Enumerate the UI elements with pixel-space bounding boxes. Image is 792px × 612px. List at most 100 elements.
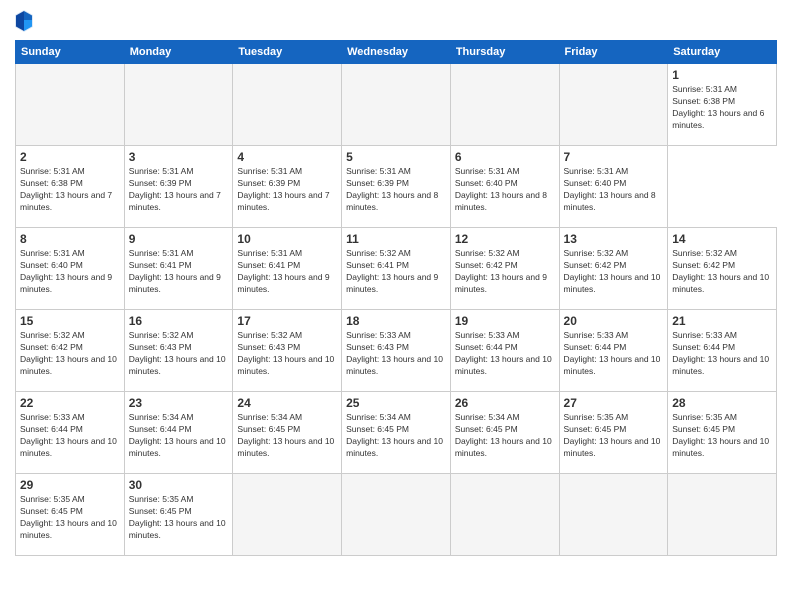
calendar-week-6: 29 Sunrise: 5:35 AMSunset: 6:45 PMDayligh… xyxy=(16,474,777,556)
calendar-day-26: 26 Sunrise: 5:34 AMSunset: 6:45 PMDayligh… xyxy=(450,392,559,474)
day-number: 4 xyxy=(237,150,337,164)
day-info: Sunrise: 5:32 AMSunset: 6:43 PMDaylight:… xyxy=(129,330,229,378)
day-number: 27 xyxy=(564,396,664,410)
day-number: 21 xyxy=(672,314,772,328)
calendar-empty-cell xyxy=(233,64,342,146)
calendar: SundayMondayTuesdayWednesdayThursdayFrid… xyxy=(15,40,777,556)
calendar-day-13: 13 Sunrise: 5:32 AMSunset: 6:42 PMDayligh… xyxy=(559,228,668,310)
calendar-day-22: 22 Sunrise: 5:33 AMSunset: 6:44 PMDayligh… xyxy=(16,392,125,474)
day-info: Sunrise: 5:32 AMSunset: 6:43 PMDaylight:… xyxy=(237,330,337,378)
day-number: 25 xyxy=(346,396,446,410)
day-number: 16 xyxy=(129,314,229,328)
day-info: Sunrise: 5:34 AMSunset: 6:44 PMDaylight:… xyxy=(129,412,229,460)
calendar-day-20: 20Sunrise: 5:33 AMSunset: 6:44 PMDayligh… xyxy=(559,310,668,392)
day-number: 13 xyxy=(564,232,664,246)
calendar-week-1: 1Sunrise: 5:31 AMSunset: 6:38 PMDaylight… xyxy=(16,64,777,146)
day-info: Sunrise: 5:31 AMSunset: 6:38 PMDaylight:… xyxy=(20,166,120,214)
calendar-header-row: SundayMondayTuesdayWednesdayThursdayFrid… xyxy=(16,41,777,64)
day-info: Sunrise: 5:34 AMSunset: 6:45 PMDaylight:… xyxy=(455,412,555,460)
calendar-day-18: 18 Sunrise: 5:33 AMSunset: 6:43 PMDayligh… xyxy=(342,310,451,392)
day-info: Sunrise: 5:34 AMSunset: 6:45 PMDaylight:… xyxy=(346,412,446,460)
calendar-empty-cell xyxy=(124,64,233,146)
day-number: 24 xyxy=(237,396,337,410)
calendar-empty-cell xyxy=(668,474,777,556)
day-number: 30 xyxy=(129,478,229,492)
day-number: 10 xyxy=(237,232,337,246)
calendar-day-17: 17 Sunrise: 5:32 AMSunset: 6:43 PMDayligh… xyxy=(233,310,342,392)
day-number: 12 xyxy=(455,232,555,246)
day-info: Sunrise: 5:32 AMSunset: 6:42 PMDaylight:… xyxy=(564,248,664,296)
day-number: 2 xyxy=(20,150,120,164)
day-number: 26 xyxy=(455,396,555,410)
day-info: Sunrise: 5:35 AMSunset: 6:45 PMDaylight:… xyxy=(672,412,772,460)
calendar-header-friday: Friday xyxy=(559,41,668,64)
day-info: Sunrise: 5:35 AMSunset: 6:45 PMDaylight:… xyxy=(129,494,229,542)
day-number: 11 xyxy=(346,232,446,246)
calendar-empty-cell xyxy=(559,474,668,556)
day-info: Sunrise: 5:32 AMSunset: 6:42 PMDaylight:… xyxy=(455,248,555,296)
day-info: Sunrise: 5:31 AMSunset: 6:41 PMDaylight:… xyxy=(129,248,229,296)
day-number: 22 xyxy=(20,396,120,410)
calendar-day-24: 24Sunrise: 5:34 AMSunset: 6:45 PMDayligh… xyxy=(233,392,342,474)
calendar-empty-cell xyxy=(450,474,559,556)
calendar-header-saturday: Saturday xyxy=(668,41,777,64)
day-info: Sunrise: 5:33 AMSunset: 6:43 PMDaylight:… xyxy=(346,330,446,378)
calendar-empty-cell xyxy=(559,64,668,146)
day-number: 20 xyxy=(564,314,664,328)
calendar-day-7: 7Sunrise: 5:31 AMSunset: 6:40 PMDaylight… xyxy=(559,146,668,228)
calendar-day-9: 9 Sunrise: 5:31 AMSunset: 6:41 PMDaylight… xyxy=(124,228,233,310)
calendar-day-27: 27Sunrise: 5:35 AMSunset: 6:45 PMDayligh… xyxy=(559,392,668,474)
calendar-header-monday: Monday xyxy=(124,41,233,64)
day-number: 29 xyxy=(20,478,120,492)
calendar-day-11: 11 Sunrise: 5:32 AMSunset: 6:41 PMDayligh… xyxy=(342,228,451,310)
day-info: Sunrise: 5:31 AMSunset: 6:39 PMDaylight:… xyxy=(346,166,446,214)
logo-icon xyxy=(15,10,33,32)
day-info: Sunrise: 5:32 AMSunset: 6:41 PMDaylight:… xyxy=(346,248,446,296)
calendar-empty-cell xyxy=(233,474,342,556)
calendar-day-21: 21Sunrise: 5:33 AMSunset: 6:44 PMDayligh… xyxy=(668,310,777,392)
day-number: 18 xyxy=(346,314,446,328)
calendar-empty-cell xyxy=(16,64,125,146)
day-info: Sunrise: 5:33 AMSunset: 6:44 PMDaylight:… xyxy=(20,412,120,460)
calendar-day-15: 15 Sunrise: 5:32 AMSunset: 6:42 PMDayligh… xyxy=(16,310,125,392)
day-info: Sunrise: 5:32 AMSunset: 6:42 PMDaylight:… xyxy=(20,330,120,378)
day-number: 17 xyxy=(237,314,337,328)
calendar-day-2: 2 Sunrise: 5:31 AMSunset: 6:38 PMDaylight… xyxy=(16,146,125,228)
day-info: Sunrise: 5:33 AMSunset: 6:44 PMDaylight:… xyxy=(455,330,555,378)
day-info: Sunrise: 5:31 AMSunset: 6:41 PMDaylight:… xyxy=(237,248,337,296)
day-number: 28 xyxy=(672,396,772,410)
day-info: Sunrise: 5:31 AMSunset: 6:38 PMDaylight:… xyxy=(672,84,772,132)
calendar-day-10: 10 Sunrise: 5:31 AMSunset: 6:41 PMDayligh… xyxy=(233,228,342,310)
day-number: 23 xyxy=(129,396,229,410)
calendar-day-4: 4 Sunrise: 5:31 AMSunset: 6:39 PMDaylight… xyxy=(233,146,342,228)
calendar-day-12: 12 Sunrise: 5:32 AMSunset: 6:42 PMDayligh… xyxy=(450,228,559,310)
calendar-day-30: 30 Sunrise: 5:35 AMSunset: 6:45 PMDayligh… xyxy=(124,474,233,556)
calendar-week-3: 8Sunrise: 5:31 AMSunset: 6:40 PMDaylight… xyxy=(16,228,777,310)
calendar-day-23: 23 Sunrise: 5:34 AMSunset: 6:44 PMDayligh… xyxy=(124,392,233,474)
calendar-day-19: 19Sunrise: 5:33 AMSunset: 6:44 PMDayligh… xyxy=(450,310,559,392)
day-number: 6 xyxy=(455,150,555,164)
page: SundayMondayTuesdayWednesdayThursdayFrid… xyxy=(0,0,792,612)
calendar-day-8: 8Sunrise: 5:31 AMSunset: 6:40 PMDaylight… xyxy=(16,228,125,310)
calendar-empty-cell xyxy=(342,64,451,146)
calendar-week-5: 22 Sunrise: 5:33 AMSunset: 6:44 PMDayligh… xyxy=(16,392,777,474)
calendar-week-4: 15 Sunrise: 5:32 AMSunset: 6:42 PMDayligh… xyxy=(16,310,777,392)
calendar-day-6: 6 Sunrise: 5:31 AMSunset: 6:40 PMDaylight… xyxy=(450,146,559,228)
calendar-day-16: 16 Sunrise: 5:32 AMSunset: 6:43 PMDayligh… xyxy=(124,310,233,392)
day-info: Sunrise: 5:31 AMSunset: 6:40 PMDaylight:… xyxy=(455,166,555,214)
day-number: 15 xyxy=(20,314,120,328)
calendar-day-28: 28 Sunrise: 5:35 AMSunset: 6:45 PMDayligh… xyxy=(668,392,777,474)
calendar-header-wednesday: Wednesday xyxy=(342,41,451,64)
calendar-day-5: 5Sunrise: 5:31 AMSunset: 6:39 PMDaylight… xyxy=(342,146,451,228)
header xyxy=(15,10,777,32)
day-info: Sunrise: 5:32 AMSunset: 6:42 PMDaylight:… xyxy=(672,248,772,296)
day-number: 3 xyxy=(129,150,229,164)
calendar-day-1: 1Sunrise: 5:31 AMSunset: 6:38 PMDaylight… xyxy=(668,64,777,146)
day-number: 9 xyxy=(129,232,229,246)
calendar-empty-cell xyxy=(450,64,559,146)
day-info: Sunrise: 5:31 AMSunset: 6:39 PMDaylight:… xyxy=(237,166,337,214)
day-info: Sunrise: 5:35 AMSunset: 6:45 PMDaylight:… xyxy=(20,494,120,542)
calendar-day-25: 25 Sunrise: 5:34 AMSunset: 6:45 PMDayligh… xyxy=(342,392,451,474)
calendar-header-tuesday: Tuesday xyxy=(233,41,342,64)
calendar-header-thursday: Thursday xyxy=(450,41,559,64)
